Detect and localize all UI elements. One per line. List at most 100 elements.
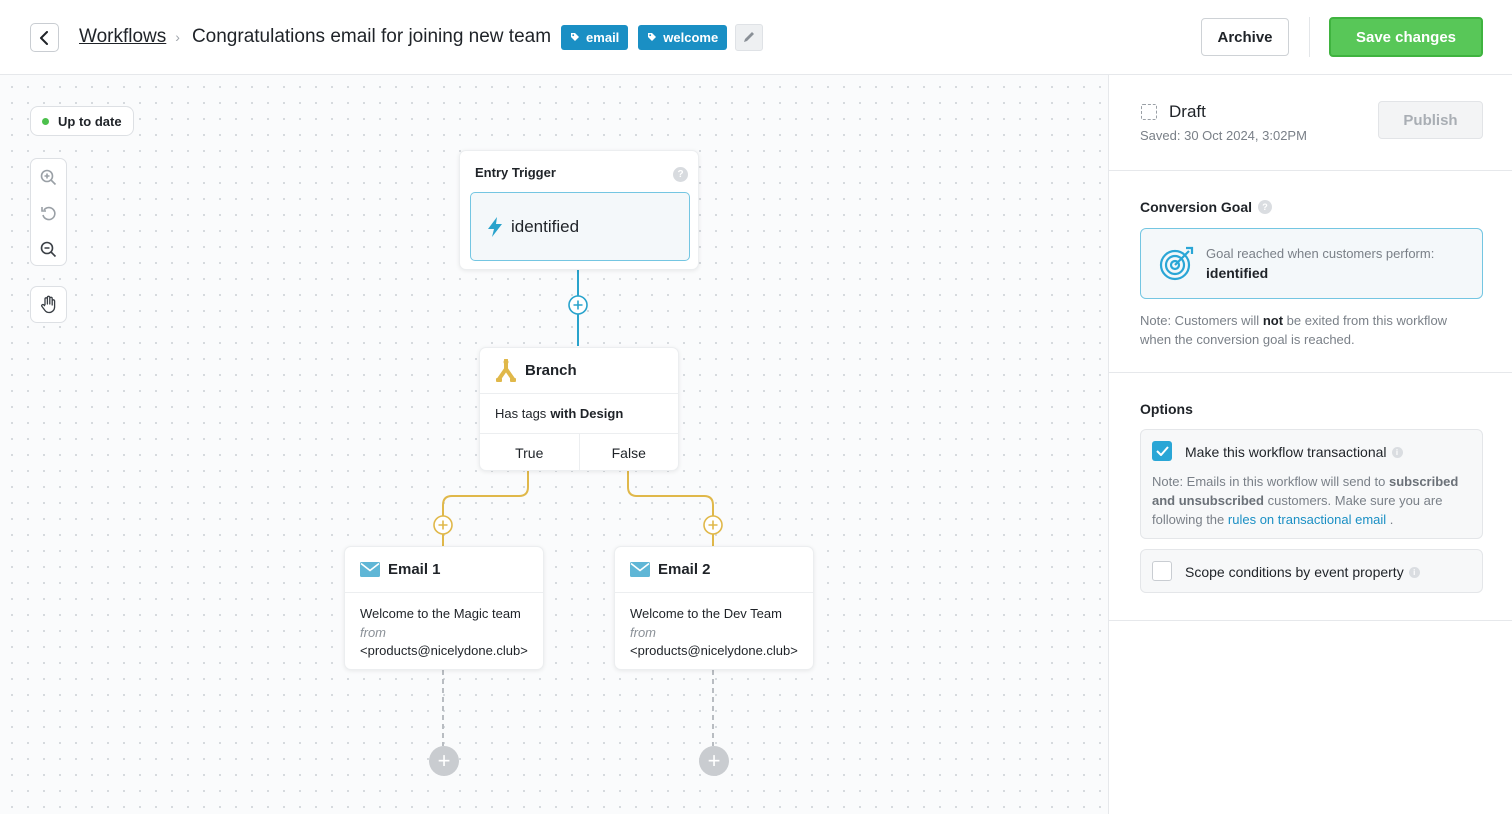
email-subject: Welcome to the Dev Team [630, 606, 782, 621]
page-title: Congratulations email for joining new te… [191, 26, 552, 47]
tag-label: welcome [663, 29, 719, 45]
hand-icon [40, 295, 55, 314]
header: Workflows › Congratulations email for jo… [0, 0, 1512, 75]
email-node-1[interactable]: Email 1 Welcome to the Magic team from <… [344, 546, 544, 670]
transactional-note-end: . [1389, 512, 1394, 527]
help-icon[interactable]: ? [673, 167, 688, 182]
email-from-address: <products@nicelydone.club> [630, 643, 798, 658]
add-step-false-icon [703, 515, 723, 535]
pencil-icon [744, 32, 755, 42]
email-header: Email 1 [345, 547, 543, 593]
edit-tags-button[interactable] [735, 23, 764, 51]
saved-timestamp: Saved: 30 Oct 2024, 3:02PM [1140, 128, 1307, 143]
tag-icon [648, 33, 657, 41]
goal-description: Goal reached when customers perform: [1206, 246, 1435, 261]
trigger-event-label: identified [511, 216, 580, 236]
draft-icon [1141, 104, 1157, 120]
breadcrumb-workflows-link[interactable]: Workflows [79, 26, 166, 48]
scope-label-row: Scope conditions by event property i [1185, 564, 1420, 580]
zoom-out-button[interactable] [31, 231, 66, 267]
publish-button[interactable]: Publish [1378, 101, 1483, 139]
transactional-checkbox[interactable] [1152, 441, 1172, 461]
branch-condition-prefix: Has tags [495, 406, 547, 421]
email-title: Email 1 [388, 561, 441, 578]
info-icon[interactable]: i [1391, 446, 1403, 458]
archive-button[interactable]: Archive [1201, 18, 1289, 56]
breadcrumb: Workflows › Congratulations email for jo… [79, 23, 764, 51]
conversion-goal-label: Conversion Goal [1140, 199, 1253, 215]
transactional-rules-link[interactable]: rules on transactional email [1228, 512, 1386, 527]
branch-true[interactable]: True [480, 434, 579, 471]
goal-event: identified [1206, 265, 1269, 281]
draft-label: Draft [1169, 102, 1206, 121]
trigger-event-box[interactable]: identified [470, 192, 690, 261]
branch-title: Branch [525, 362, 577, 379]
goal-note-prefix: Note: Customers will [1140, 313, 1260, 328]
zoom-in-button[interactable] [31, 159, 66, 195]
tag-email[interactable]: email [561, 24, 629, 50]
envelope-icon [630, 562, 650, 577]
pan-tool-button[interactable] [30, 286, 67, 323]
email-body: Welcome to the Dev Team from <products@n… [615, 593, 813, 673]
settings-panel: Draft Saved: 30 Oct 2024, 3:02PM Publish… [1108, 75, 1512, 814]
reset-zoom-button[interactable] [31, 195, 66, 231]
transactional-note: Note: Emails in this workflow will send … [1152, 472, 1472, 529]
goal-note: Note: Customers will not be exited from … [1140, 311, 1470, 349]
email-title: Email 2 [658, 561, 711, 578]
branch-node[interactable]: Branch Has tags with Design True False [479, 347, 679, 471]
chevron-left-icon [39, 30, 48, 45]
email-node-2[interactable]: Email 2 Welcome to the Dev Team from <pr… [614, 546, 814, 670]
trigger-title: Entry Trigger [475, 165, 556, 180]
branch-condition-value: with Design [550, 406, 624, 421]
header-divider [1309, 17, 1310, 57]
zoom-in-icon [40, 169, 57, 185]
reset-icon [41, 206, 56, 220]
back-button[interactable] [30, 23, 59, 52]
draft-section: Draft Saved: 30 Oct 2024, 3:02PM Publish [1109, 75, 1512, 171]
add-step-after-email-2-button[interactable]: + [699, 746, 729, 776]
options-section: Options Make this workflow transactional… [1109, 373, 1512, 621]
tag-icon [571, 33, 580, 41]
scope-option: Scope conditions by event property i [1140, 549, 1483, 593]
workflow-canvas[interactable]: Up to date Entry Trigger ? identified Br… [0, 75, 1108, 814]
lightning-icon [488, 216, 502, 237]
goal-box[interactable]: Goal reached when customers perform: ide… [1140, 228, 1483, 299]
email-from-label: from [360, 624, 386, 640]
transactional-label: Make this workflow transactional [1185, 444, 1387, 460]
conversion-goal-title: Conversion Goal ? [1140, 199, 1273, 215]
email-body: Welcome to the Magic team from <products… [345, 593, 543, 673]
add-step-trigger-icon [568, 295, 588, 315]
branch-false[interactable]: False [578, 434, 679, 471]
save-changes-button[interactable]: Save changes [1329, 17, 1483, 57]
check-icon [1155, 446, 1169, 456]
help-icon[interactable]: ? [1258, 200, 1273, 214]
email-from-address: <products@nicelydone.club> [360, 643, 528, 658]
scope-checkbox[interactable] [1152, 561, 1172, 581]
info-icon[interactable]: i [1408, 566, 1420, 578]
envelope-icon [360, 562, 380, 577]
branch-icon [496, 358, 516, 382]
conversion-goal-section: Conversion Goal ? Goal reached when cust… [1109, 171, 1512, 373]
entry-trigger-node[interactable]: Entry Trigger ? identified [459, 150, 699, 270]
transactional-option: Make this workflow transactional i Note:… [1140, 429, 1483, 539]
status-badge: Up to date [30, 106, 134, 136]
breadcrumb-separator: › [175, 29, 180, 45]
branch-outcomes: True False [480, 434, 678, 471]
add-step-after-email-1-button[interactable]: + [429, 746, 459, 776]
target-icon [1159, 246, 1194, 281]
transactional-label-row: Make this workflow transactional i [1185, 444, 1403, 460]
status-label: Up to date [58, 113, 122, 129]
tag-welcome[interactable]: welcome [638, 24, 728, 50]
scope-label: Scope conditions by event property [1185, 564, 1404, 580]
status-dot [42, 117, 49, 125]
zoom-out-icon [40, 241, 57, 257]
tag-label: email [586, 29, 620, 45]
email-from-label: from [630, 624, 656, 640]
options-title: Options [1140, 401, 1193, 417]
email-subject: Welcome to the Magic team [360, 606, 521, 621]
add-step-true-icon [433, 515, 453, 535]
branch-condition: Has tags with Design [480, 394, 678, 434]
goal-note-emphasis: not [1262, 313, 1284, 328]
branch-header: Branch [480, 348, 678, 394]
transactional-note-prefix: Note: Emails in this workflow will send … [1152, 474, 1386, 489]
